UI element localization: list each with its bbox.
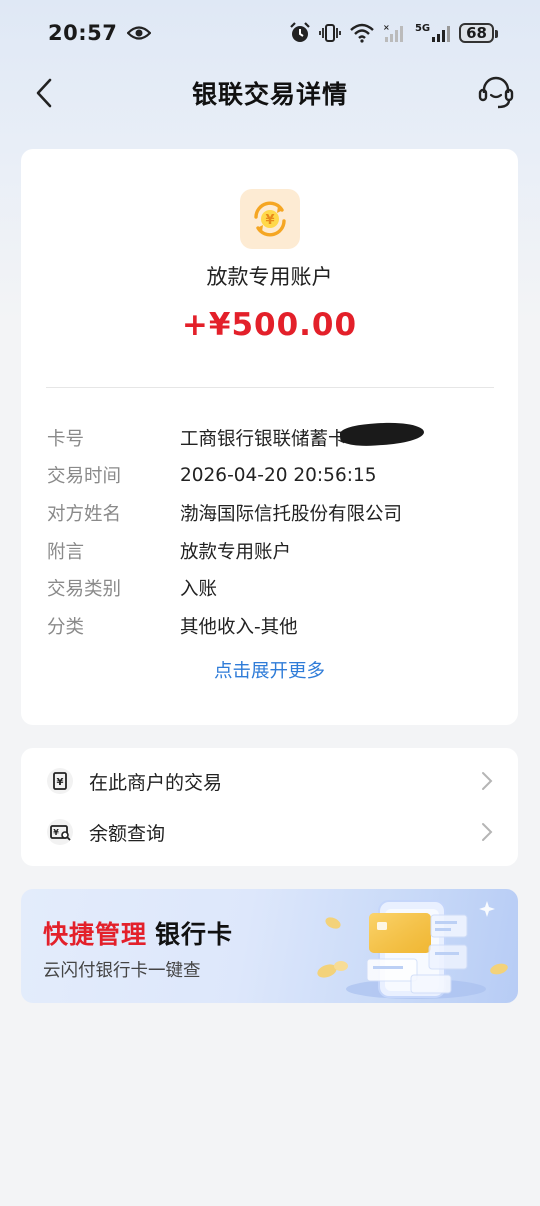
row-value: 渤海国际信托股份有限公司 xyxy=(180,503,403,525)
chevron-right-icon xyxy=(482,823,493,841)
redaction-mark xyxy=(339,419,425,448)
card-number-value: 工商银行银联储蓄卡 xyxy=(180,428,347,450)
menu-item-merchant-transactions[interactable]: ¥ 在此商户的交易 xyxy=(21,756,518,806)
row-value: 放款专用账户 xyxy=(180,541,292,563)
transaction-detail-card: ¥ 放款专用账户 +¥500.00 卡号 工商银行银联储蓄卡 交易时间 2026… xyxy=(21,149,518,725)
menu-card: ¥ 在此商户的交易 ¥ 余额查询 xyxy=(21,748,518,866)
detail-row-type: 交易类别 入账 xyxy=(47,569,497,607)
bank-card-management-banner[interactable]: 快捷管理 银行卡 云闪付银行卡一键查 xyxy=(21,889,518,1003)
row-label: 附言 xyxy=(47,541,85,563)
merchant-name: 放款专用账户 xyxy=(206,265,333,289)
banner-title-rest: 银行卡 xyxy=(155,920,234,949)
detail-row-counterparty: 对方姓名 渤海国际信托股份有限公司 xyxy=(47,494,497,532)
wifi-icon xyxy=(350,23,374,43)
row-value: 2026-04-20 20:56:15 xyxy=(180,464,377,486)
status-time: 20:57 xyxy=(48,21,118,45)
customer-service-icon[interactable] xyxy=(476,72,516,112)
detail-row-memo: 附言 放款专用账户 xyxy=(47,532,497,570)
menu-item-balance-query[interactable]: ¥ 余额查询 xyxy=(21,807,518,857)
banner-subtitle: 云闪付银行卡一键查 xyxy=(43,961,201,981)
detail-row-time: 交易时间 2026-04-20 20:56:15 xyxy=(47,457,497,495)
banner-title: 快捷管理 银行卡 xyxy=(43,915,233,951)
menu-item-label: 余额查询 xyxy=(89,822,166,845)
row-label: 卡号 xyxy=(47,428,85,450)
phone-card-illustration xyxy=(317,900,508,999)
detail-row-category: 分类 其他收入-其他 xyxy=(47,607,497,645)
divider xyxy=(46,387,494,388)
nav-bar: 银联交易详情 xyxy=(0,66,540,120)
detail-row-card: 卡号 工商银行银联储蓄卡 xyxy=(47,419,497,457)
menu-item-label: 在此商户的交易 xyxy=(89,771,223,794)
network-type: 5G xyxy=(414,23,431,34)
row-label: 分类 xyxy=(47,616,85,638)
transaction-amount: +¥500.00 xyxy=(181,307,358,343)
yen-exchange-icon: ¥ xyxy=(254,201,286,237)
merchant-icon: ¥ xyxy=(240,189,300,249)
signal-5g-icon xyxy=(432,26,451,42)
status-bar: 20:57 × 5G 68 xyxy=(0,0,540,66)
vibrate-icon xyxy=(319,24,341,42)
page-title: 银联交易详情 xyxy=(191,80,348,109)
detail-rows: 卡号 工商银行银联储蓄卡 交易时间 2026-04-20 20:56:15 对方… xyxy=(47,419,497,645)
row-value: 入账 xyxy=(180,579,218,601)
row-value: 工商银行银联储蓄卡 xyxy=(180,419,425,451)
svg-text:¥: ¥ xyxy=(57,777,64,788)
row-label: 对方姓名 xyxy=(47,503,122,525)
alarm-icon xyxy=(290,22,310,42)
row-label: 交易时间 xyxy=(47,466,122,488)
chevron-right-icon xyxy=(482,772,493,790)
battery-level: 68 xyxy=(459,23,498,43)
card-search-icon: ¥ xyxy=(45,817,75,847)
svg-text:¥: ¥ xyxy=(53,828,59,837)
expand-more-link[interactable]: 点击展开更多 xyxy=(21,657,518,683)
back-arrow-icon[interactable] xyxy=(28,76,62,110)
svg-text:×: × xyxy=(383,23,390,32)
row-label: 交易类别 xyxy=(47,579,122,601)
banner-title-highlight: 快捷管理 xyxy=(43,920,148,949)
svg-text:¥: ¥ xyxy=(265,213,274,228)
signal-icon: × xyxy=(383,23,403,42)
row-value: 其他收入-其他 xyxy=(180,616,298,638)
receipt-yen-icon: ¥ xyxy=(45,766,75,796)
eye-icon xyxy=(127,26,152,40)
